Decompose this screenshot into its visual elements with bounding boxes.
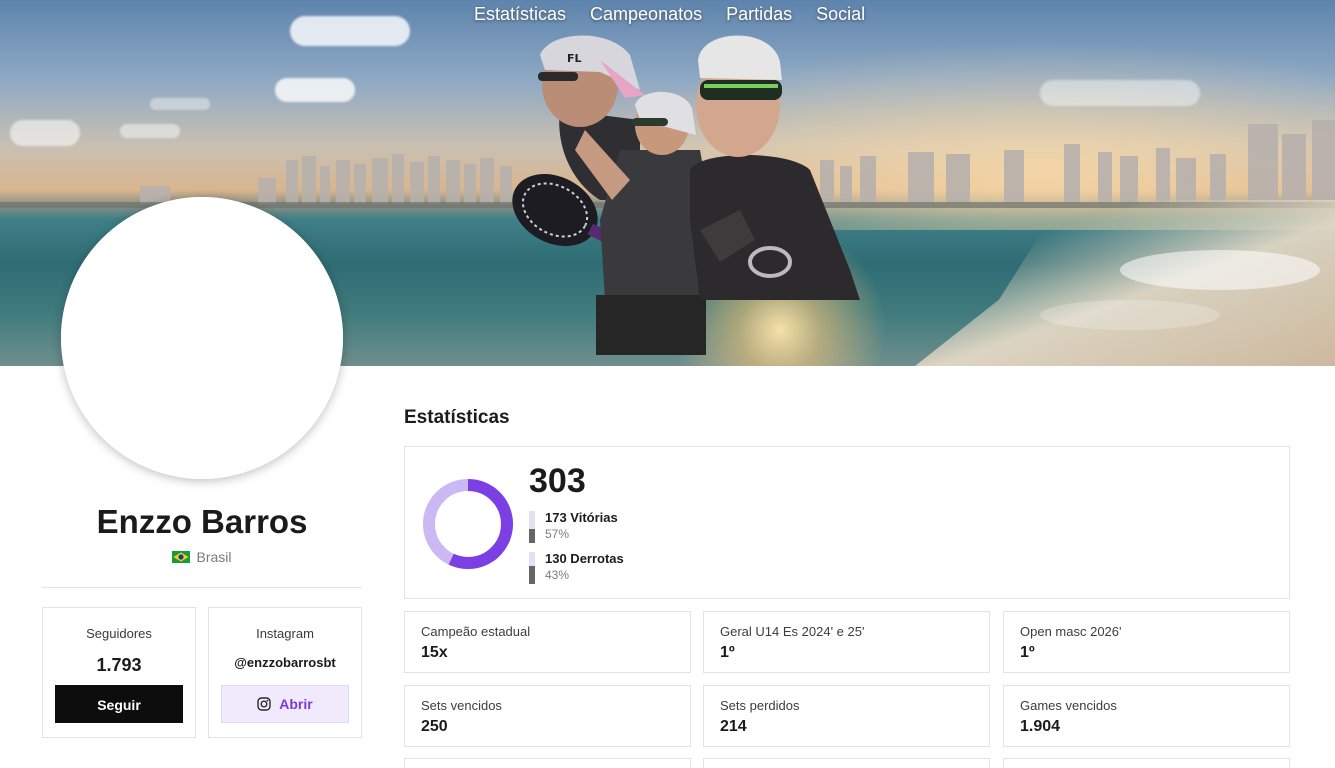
losses-label: 130 Derrotas — [545, 551, 624, 566]
stat-label: Games vencidos — [1020, 698, 1117, 713]
open-instagram-button[interactable]: Abrir — [221, 685, 349, 723]
stat-label: Geral U14 Es 2024' e 25' — [720, 624, 865, 639]
stat-value: 1.904 — [1020, 718, 1061, 735]
main-nav: Estatísticas Campeonatos Partidas Social — [474, 4, 865, 25]
stat-tile: Sets vencidos 250 — [404, 685, 691, 747]
stat-tile: Games vencidos 1.904 — [1003, 685, 1290, 747]
nav-social[interactable]: Social — [816, 4, 865, 25]
stat-tile: Sets perdidos 214 — [703, 685, 990, 747]
nav-matches[interactable]: Partidas — [726, 4, 792, 25]
instagram-icon — [257, 697, 271, 711]
follow-button[interactable]: Seguir — [55, 685, 183, 723]
wins-bar-fill — [529, 529, 535, 543]
stat-value: 250 — [421, 718, 448, 735]
avatar-next-icon[interactable]: › — [61, 197, 343, 479]
divider — [42, 587, 362, 588]
wins-percent: 57% — [545, 527, 570, 541]
stat-value: 15x — [421, 644, 448, 661]
country-label: Brasil — [196, 549, 232, 565]
total-matches: 303 — [529, 462, 586, 500]
svg-text:FL: FL — [567, 52, 582, 65]
losses-percent: 43% — [545, 568, 570, 582]
instagram-handle: @enzzobarrosbt — [234, 655, 336, 670]
wins-bar — [529, 511, 535, 543]
stat-tile: Open masc 2026' 1º — [1003, 611, 1290, 673]
wins-label: 173 Vitórias — [545, 510, 618, 525]
profile-country: Brasil — [42, 549, 362, 565]
stat-tile: Campeão estadual 15x — [404, 611, 691, 673]
stat-value: 1º — [1020, 644, 1035, 661]
stat-label: Sets vencidos — [421, 698, 502, 713]
losses-bar — [529, 552, 535, 584]
stat-label: Sets perdidos — [720, 698, 800, 713]
nav-statistics[interactable]: Estatísticas — [474, 4, 566, 25]
stat-value: 1º — [720, 644, 735, 661]
followers-label: Seguidores — [86, 626, 152, 641]
followers-card: Seguidores 1.793 Seguir — [42, 607, 196, 738]
stat-label: Campeão estadual — [421, 624, 531, 639]
instagram-label: Instagram — [256, 626, 314, 641]
stat-value: 214 — [720, 718, 747, 735]
losses-bar-fill — [529, 566, 535, 584]
open-button-label: Abrir — [279, 696, 313, 712]
profile-name: Enzzo Barros — [96, 503, 308, 540]
win-loss-donut-chart — [423, 479, 513, 569]
followers-count: 1.793 — [96, 655, 142, 675]
nav-championships[interactable]: Campeonatos — [590, 4, 702, 25]
stat-tile: Geral U14 Es 2024' e 25' 1º — [703, 611, 990, 673]
instagram-card: Instagram @enzzobarrosbt Abrir — [208, 607, 362, 738]
win-loss-summary-card: 303 173 Vitórias 57% 130 Derrotas 43% — [404, 446, 1290, 599]
stats-section-title: Estatísticas — [404, 407, 510, 428]
stat-label: Open masc 2026' — [1020, 624, 1122, 639]
brazil-flag-icon — [172, 551, 191, 563]
